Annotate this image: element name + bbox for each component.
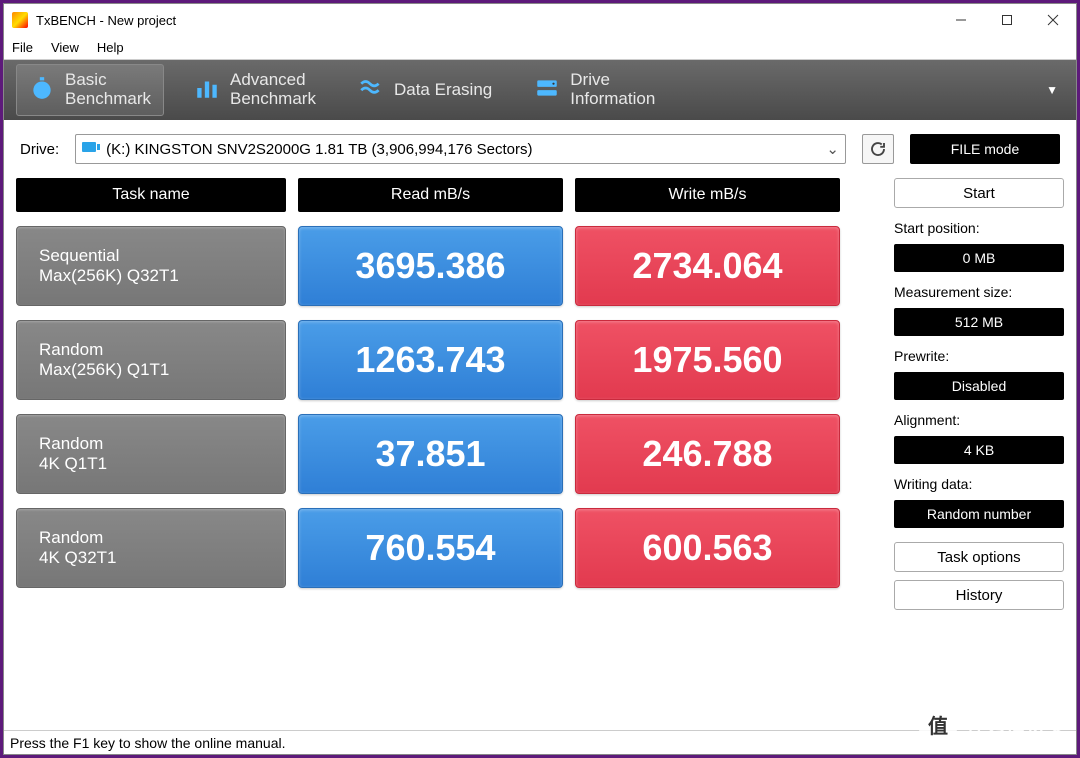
window-controls [938, 4, 1076, 36]
menu-help[interactable]: Help [97, 40, 124, 55]
header-write: Write mB/s [575, 178, 840, 212]
result-row: Random4K Q32T1 760.554 600.563 [16, 508, 882, 588]
task-cell[interactable]: Random4K Q1T1 [16, 414, 286, 494]
content-area: Drive: (K:) KINGSTON SNV2S2000G 1.81 TB … [4, 120, 1076, 730]
stopwatch-icon [29, 75, 55, 106]
prewrite-label: Prewrite: [894, 348, 1064, 364]
write-value[interactable]: 2734.064 [575, 226, 840, 306]
read-value[interactable]: 37.851 [298, 414, 563, 494]
prewrite-value[interactable]: Disabled [894, 372, 1064, 400]
menu-view[interactable]: View [51, 40, 79, 55]
results-header: Task name Read mB/s Write mB/s [16, 178, 882, 212]
start-position-value[interactable]: 0 MB [894, 244, 1064, 272]
tab-advanced-benchmark[interactable]: AdvancedBenchmark [182, 65, 328, 114]
drive-icon [534, 75, 560, 106]
measurement-size-value[interactable]: 512 MB [894, 308, 1064, 336]
tabbar: BasicBenchmark AdvancedBenchmark Data Er… [4, 60, 1076, 120]
write-value[interactable]: 246.788 [575, 414, 840, 494]
app-window: TxBENCH - New project File View Help Bas… [3, 3, 1077, 755]
drive-row: Drive: (K:) KINGSTON SNV2S2000G 1.81 TB … [4, 120, 1076, 178]
main-area: Task name Read mB/s Write mB/s Sequentia… [4, 178, 1076, 730]
read-value[interactable]: 3695.386 [298, 226, 563, 306]
drive-label: Drive: [20, 141, 59, 158]
tab-dropdown[interactable]: ▼ [1040, 77, 1064, 103]
tab-data-erasing[interactable]: Data Erasing [346, 69, 504, 112]
start-position-label: Start position: [894, 220, 1064, 236]
tab-basic-benchmark[interactable]: BasicBenchmark [16, 64, 164, 115]
bars-icon [194, 75, 220, 106]
measurement-size-label: Measurement size: [894, 284, 1064, 300]
start-button[interactable]: Start [894, 178, 1064, 208]
titlebar: TxBENCH - New project [4, 4, 1076, 36]
status-text: Press the F1 key to show the online manu… [10, 735, 285, 751]
writing-data-label: Writing data: [894, 476, 1064, 492]
maximize-button[interactable] [984, 4, 1030, 36]
history-button[interactable]: History [894, 580, 1064, 610]
file-mode-button[interactable]: FILE mode [910, 134, 1060, 164]
task-cell[interactable]: RandomMax(256K) Q1T1 [16, 320, 286, 400]
header-read: Read mB/s [298, 178, 563, 212]
alignment-label: Alignment: [894, 412, 1064, 428]
menubar: File View Help [4, 36, 1076, 60]
menu-file[interactable]: File [12, 40, 33, 55]
close-button[interactable] [1030, 4, 1076, 36]
write-value[interactable]: 1975.560 [575, 320, 840, 400]
app-icon [12, 12, 28, 28]
refresh-button[interactable] [862, 134, 894, 164]
task-options-button[interactable]: Task options [894, 542, 1064, 572]
result-row: RandomMax(256K) Q1T1 1263.743 1975.560 [16, 320, 882, 400]
chevron-down-icon: ⌄ [826, 140, 839, 158]
read-value[interactable]: 1263.743 [298, 320, 563, 400]
alignment-value[interactable]: 4 KB [894, 436, 1064, 464]
results-table: Task name Read mB/s Write mB/s Sequentia… [16, 178, 882, 730]
read-value[interactable]: 760.554 [298, 508, 563, 588]
statusbar: Press the F1 key to show the online manu… [4, 730, 1076, 754]
task-cell[interactable]: Random4K Q32T1 [16, 508, 286, 588]
result-row: SequentialMax(256K) Q32T1 3695.386 2734.… [16, 226, 882, 306]
result-row: Random4K Q1T1 37.851 246.788 [16, 414, 882, 494]
sidebar: Start Start position: 0 MB Measurement s… [894, 178, 1064, 730]
disk-icon [82, 140, 100, 158]
write-value[interactable]: 600.563 [575, 508, 840, 588]
drive-selected-text: (K:) KINGSTON SNV2S2000G 1.81 TB (3,906,… [106, 141, 532, 158]
header-taskname: Task name [16, 178, 286, 212]
task-cell[interactable]: SequentialMax(256K) Q32T1 [16, 226, 286, 306]
writing-data-value[interactable]: Random number [894, 500, 1064, 528]
drive-select[interactable]: (K:) KINGSTON SNV2S2000G 1.81 TB (3,906,… [75, 134, 846, 164]
minimize-button[interactable] [938, 4, 984, 36]
erase-icon [358, 75, 384, 106]
tab-drive-information[interactable]: DriveInformation [522, 65, 667, 114]
window-title: TxBENCH - New project [36, 13, 938, 28]
